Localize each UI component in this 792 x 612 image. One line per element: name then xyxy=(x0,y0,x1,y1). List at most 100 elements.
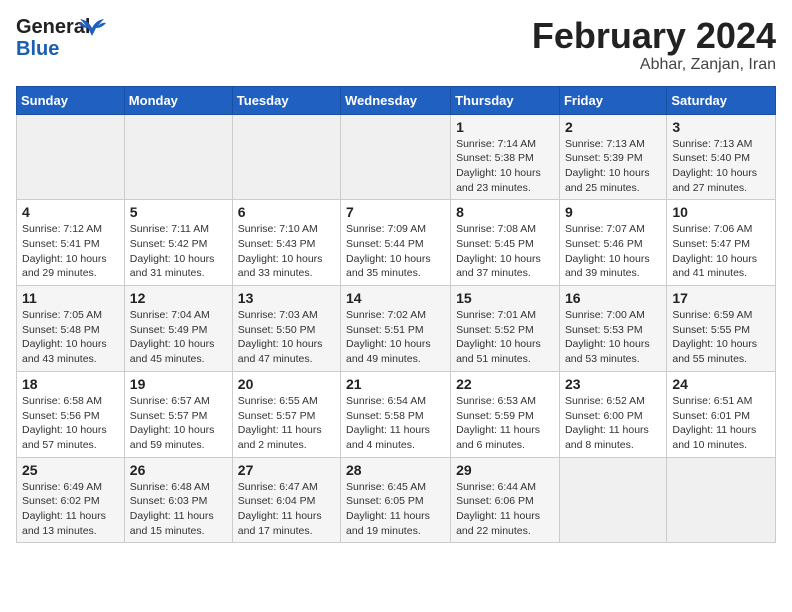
day-number: 7 xyxy=(346,204,445,220)
calendar-cell xyxy=(17,114,125,200)
calendar-cell xyxy=(341,114,451,200)
calendar-cell: 11 Sunrise: 7:05 AM Sunset: 5:48 PM Dayli… xyxy=(17,286,125,372)
day-info: Sunrise: 6:53 AM Sunset: 5:59 PM Dayligh… xyxy=(456,394,554,453)
calendar-table: SundayMondayTuesdayWednesdayThursdayFrid… xyxy=(16,86,776,544)
calendar-cell xyxy=(667,457,776,543)
weekday-wednesday: Wednesday xyxy=(341,86,451,114)
header: General Blue February 2024 Abhar, Zanjan… xyxy=(16,16,776,74)
day-number: 1 xyxy=(456,119,554,135)
calendar-cell: 27 Sunrise: 6:47 AM Sunset: 6:04 PM Dayli… xyxy=(232,457,340,543)
month-title: February 2024 xyxy=(532,16,776,56)
day-info: Sunrise: 7:13 AM Sunset: 5:39 PM Dayligh… xyxy=(565,137,661,196)
day-number: 5 xyxy=(130,204,227,220)
calendar-week-row: 4 Sunrise: 7:12 AM Sunset: 5:41 PM Daylig… xyxy=(17,200,776,286)
title-area: February 2024 Abhar, Zanjan, Iran xyxy=(532,16,776,74)
calendar-week-row: 11 Sunrise: 7:05 AM Sunset: 5:48 PM Dayli… xyxy=(17,286,776,372)
day-info: Sunrise: 6:44 AM Sunset: 6:06 PM Dayligh… xyxy=(456,480,554,539)
day-number: 16 xyxy=(565,290,661,306)
day-number: 10 xyxy=(672,204,770,220)
calendar-cell: 14Sunrise: 7:02 AM Sunset: 5:51 PM Dayli… xyxy=(341,286,451,372)
location-title: Abhar, Zanjan, Iran xyxy=(532,56,776,74)
day-number: 25 xyxy=(22,462,119,478)
calendar-header: SundayMondayTuesdayWednesdayThursdayFrid… xyxy=(17,86,776,114)
day-info: Sunrise: 7:14 AM Sunset: 5:38 PM Dayligh… xyxy=(456,137,554,196)
weekday-thursday: Thursday xyxy=(451,86,560,114)
day-info: Sunrise: 6:51 AM Sunset: 6:01 PM Dayligh… xyxy=(672,394,770,453)
day-number: 3 xyxy=(672,119,770,135)
calendar-cell: 8 Sunrise: 7:08 AM Sunset: 5:45 PM Daylig… xyxy=(451,200,560,286)
day-info: Sunrise: 6:54 AM Sunset: 5:58 PM Dayligh… xyxy=(346,394,445,453)
calendar-week-row: 1 Sunrise: 7:14 AM Sunset: 5:38 PM Daylig… xyxy=(17,114,776,200)
day-info: Sunrise: 7:07 AM Sunset: 5:46 PM Dayligh… xyxy=(565,222,661,281)
day-number: 6 xyxy=(238,204,335,220)
calendar-cell: 19Sunrise: 6:57 AM Sunset: 5:57 PM Dayli… xyxy=(124,371,232,457)
day-info: Sunrise: 7:03 AM Sunset: 5:50 PM Dayligh… xyxy=(238,308,335,367)
day-info: Sunrise: 6:57 AM Sunset: 5:57 PM Dayligh… xyxy=(130,394,227,453)
calendar-cell: 29 Sunrise: 6:44 AM Sunset: 6:06 PM Dayli… xyxy=(451,457,560,543)
calendar-cell: 17 Sunrise: 6:59 AM Sunset: 5:55 PM Dayli… xyxy=(667,286,776,372)
day-number: 21 xyxy=(346,376,445,392)
day-info: Sunrise: 6:52 AM Sunset: 6:00 PM Dayligh… xyxy=(565,394,661,453)
calendar-cell: 16Sunrise: 7:00 AM Sunset: 5:53 PM Dayli… xyxy=(559,286,666,372)
day-number: 4 xyxy=(22,204,119,220)
calendar-cell: 7 Sunrise: 7:09 AM Sunset: 5:44 PM Daylig… xyxy=(341,200,451,286)
calendar-cell: 26 Sunrise: 6:48 AM Sunset: 6:03 PM Dayli… xyxy=(124,457,232,543)
day-info: Sunrise: 6:49 AM Sunset: 6:02 PM Dayligh… xyxy=(22,480,119,539)
calendar-cell: 1 Sunrise: 7:14 AM Sunset: 5:38 PM Daylig… xyxy=(451,114,560,200)
day-number: 15 xyxy=(456,290,554,306)
calendar-cell xyxy=(559,457,666,543)
calendar-cell: 12 Sunrise: 7:04 AM Sunset: 5:49 PM Dayli… xyxy=(124,286,232,372)
day-info: Sunrise: 6:59 AM Sunset: 5:55 PM Dayligh… xyxy=(672,308,770,367)
day-info: Sunrise: 6:58 AM Sunset: 5:56 PM Dayligh… xyxy=(22,394,119,453)
day-info: Sunrise: 7:06 AM Sunset: 5:47 PM Dayligh… xyxy=(672,222,770,281)
logo: General Blue xyxy=(16,16,96,66)
day-number: 17 xyxy=(672,290,770,306)
day-info: Sunrise: 7:02 AM Sunset: 5:51 PM Dayligh… xyxy=(346,308,445,367)
day-info: Sunrise: 7:12 AM Sunset: 5:41 PM Dayligh… xyxy=(22,222,119,281)
weekday-friday: Friday xyxy=(559,86,666,114)
calendar-week-row: 25 Sunrise: 6:49 AM Sunset: 6:02 PM Dayli… xyxy=(17,457,776,543)
logo-blue: Blue xyxy=(16,38,96,60)
calendar-cell: 25 Sunrise: 6:49 AM Sunset: 6:02 PM Dayli… xyxy=(17,457,125,543)
calendar-cell: 5 Sunrise: 7:11 AM Sunset: 5:42 PM Daylig… xyxy=(124,200,232,286)
day-info: Sunrise: 7:13 AM Sunset: 5:40 PM Dayligh… xyxy=(672,137,770,196)
day-number: 8 xyxy=(456,204,554,220)
day-number: 12 xyxy=(130,290,227,306)
day-info: Sunrise: 6:47 AM Sunset: 6:04 PM Dayligh… xyxy=(238,480,335,539)
calendar-cell: 22Sunrise: 6:53 AM Sunset: 5:59 PM Dayli… xyxy=(451,371,560,457)
calendar-cell: 23 Sunrise: 6:52 AM Sunset: 6:00 PM Dayli… xyxy=(559,371,666,457)
calendar-week-row: 18 Sunrise: 6:58 AM Sunset: 5:56 PM Dayli… xyxy=(17,371,776,457)
day-info: Sunrise: 6:55 AM Sunset: 5:57 PM Dayligh… xyxy=(238,394,335,453)
calendar-body: 1 Sunrise: 7:14 AM Sunset: 5:38 PM Daylig… xyxy=(17,114,776,543)
day-info: Sunrise: 7:11 AM Sunset: 5:42 PM Dayligh… xyxy=(130,222,227,281)
day-info: Sunrise: 7:08 AM Sunset: 5:45 PM Dayligh… xyxy=(456,222,554,281)
calendar-cell: 18 Sunrise: 6:58 AM Sunset: 5:56 PM Dayli… xyxy=(17,371,125,457)
calendar-cell: 20 Sunrise: 6:55 AM Sunset: 5:57 PM Dayli… xyxy=(232,371,340,457)
day-number: 20 xyxy=(238,376,335,392)
calendar-cell: 9 Sunrise: 7:07 AM Sunset: 5:46 PM Daylig… xyxy=(559,200,666,286)
day-number: 26 xyxy=(130,462,227,478)
day-number: 27 xyxy=(238,462,335,478)
calendar-cell: 3 Sunrise: 7:13 AM Sunset: 5:40 PM Daylig… xyxy=(667,114,776,200)
day-info: Sunrise: 7:09 AM Sunset: 5:44 PM Dayligh… xyxy=(346,222,445,281)
day-number: 2 xyxy=(565,119,661,135)
day-number: 9 xyxy=(565,204,661,220)
calendar-cell: 2 Sunrise: 7:13 AM Sunset: 5:39 PM Daylig… xyxy=(559,114,666,200)
day-number: 29 xyxy=(456,462,554,478)
day-number: 11 xyxy=(22,290,119,306)
weekday-saturday: Saturday xyxy=(667,86,776,114)
day-number: 23 xyxy=(565,376,661,392)
day-info: Sunrise: 7:10 AM Sunset: 5:43 PM Dayligh… xyxy=(238,222,335,281)
weekday-header-row: SundayMondayTuesdayWednesdayThursdayFrid… xyxy=(17,86,776,114)
day-info: Sunrise: 6:48 AM Sunset: 6:03 PM Dayligh… xyxy=(130,480,227,539)
day-info: Sunrise: 7:05 AM Sunset: 5:48 PM Dayligh… xyxy=(22,308,119,367)
weekday-tuesday: Tuesday xyxy=(232,86,340,114)
calendar-cell: 6 Sunrise: 7:10 AM Sunset: 5:43 PM Daylig… xyxy=(232,200,340,286)
calendar-cell: 4 Sunrise: 7:12 AM Sunset: 5:41 PM Daylig… xyxy=(17,200,125,286)
day-number: 28 xyxy=(346,462,445,478)
calendar-cell: 24Sunrise: 6:51 AM Sunset: 6:01 PM Dayli… xyxy=(667,371,776,457)
calendar-cell: 15Sunrise: 7:01 AM Sunset: 5:52 PM Dayli… xyxy=(451,286,560,372)
day-info: Sunrise: 6:45 AM Sunset: 6:05 PM Dayligh… xyxy=(346,480,445,539)
day-info: Sunrise: 7:04 AM Sunset: 5:49 PM Dayligh… xyxy=(130,308,227,367)
day-number: 18 xyxy=(22,376,119,392)
